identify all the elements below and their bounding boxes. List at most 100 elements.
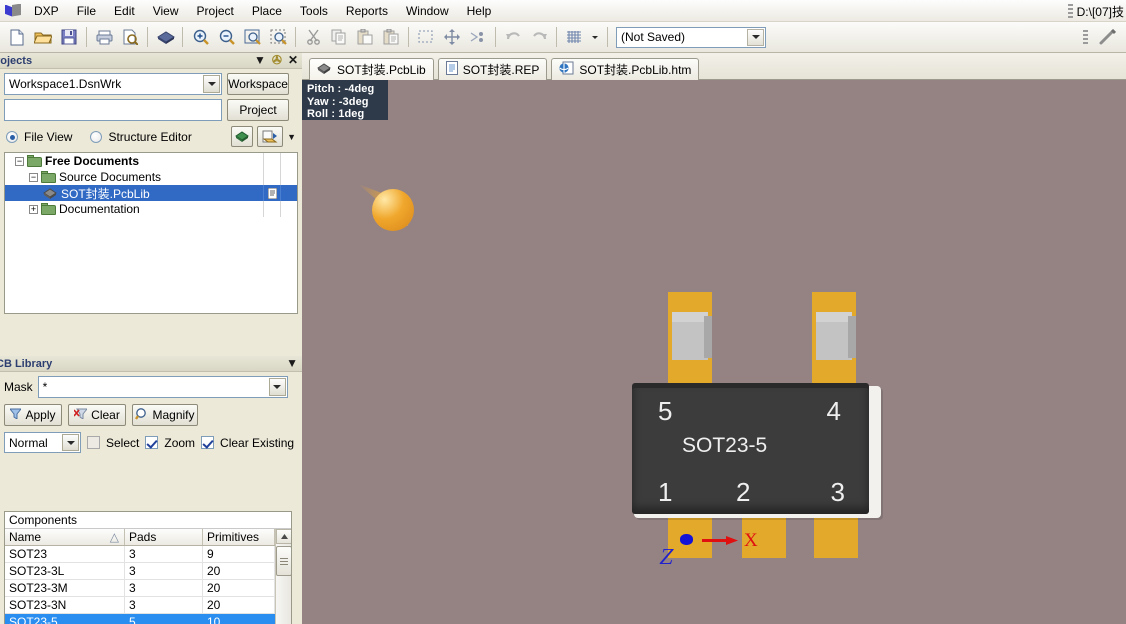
tree-node-free-documents[interactable]: − Free Documents xyxy=(5,153,297,169)
pin-icon[interactable]: ✇ xyxy=(272,54,282,66)
silkscreen-pin-2: 2 xyxy=(736,477,751,507)
mode-options-row: Normal Select Zoom Clear Existing xyxy=(4,432,296,453)
toolbar-grip-handle-right[interactable] xyxy=(1083,30,1088,44)
workspace-combo[interactable]: Workspace1.DsnWrk xyxy=(4,73,222,95)
menu-item-help[interactable]: Help xyxy=(458,1,501,21)
open-project-icon[interactable] xyxy=(257,126,284,147)
zoom-out-icon[interactable] xyxy=(214,25,238,49)
scroll-up-button[interactable] xyxy=(276,529,291,544)
mode-combo[interactable]: Normal xyxy=(4,432,81,453)
menu-label: Place xyxy=(251,3,282,18)
document-tab-strip: SOT封装.PcbLib SOT封装.REP SOT封装.PcbLib.htm xyxy=(302,53,1126,80)
table-row[interactable]: SOT23 3 9 xyxy=(5,546,291,563)
new-document-icon[interactable] xyxy=(5,25,29,49)
snapshot-dropdown-arrow[interactable] xyxy=(747,28,764,46)
zoom-area-icon[interactable] xyxy=(266,25,290,49)
menu-item-view[interactable]: View xyxy=(144,1,188,21)
table-row[interactable]: SOT23-3N 3 20 xyxy=(5,597,291,614)
toolbar-grip-handle[interactable] xyxy=(1067,4,1073,18)
tree-node-documentation[interactable]: + Documentation xyxy=(5,201,297,217)
zoom-document-icon[interactable] xyxy=(240,25,264,49)
redo-icon[interactable] xyxy=(527,25,551,49)
projects-panel-body: Workspace1.DsnWrk Workspace Project File… xyxy=(0,69,302,147)
tab-sot-pcblib[interactable]: SOT封装.PcbLib xyxy=(309,58,434,80)
column-header-name[interactable]: Name △ xyxy=(5,529,125,545)
menu-item-place[interactable]: Place xyxy=(243,1,291,21)
cell-name: SOT23-5 xyxy=(5,614,125,624)
print-icon[interactable] xyxy=(92,25,116,49)
chevron-down-icon[interactable]: ▼ xyxy=(286,357,298,369)
menu-label: Edit xyxy=(114,3,135,18)
menu-item-edit[interactable]: Edit xyxy=(105,1,144,21)
cell-primitives: 10 xyxy=(203,614,275,624)
component-3d-model[interactable]: 5 4 SOT23-5 1 2 3 Z X xyxy=(632,278,902,578)
pcb-library-panel-header: CB Library ▼ xyxy=(0,356,302,372)
clear-button[interactable]: Clear xyxy=(68,404,126,426)
open-document-icon[interactable] xyxy=(31,25,55,49)
tree-node-source-documents[interactable]: − Source Documents xyxy=(5,169,297,185)
grid-dropdown-arrow[interactable] xyxy=(588,25,602,49)
project-button[interactable]: Project xyxy=(227,99,289,121)
workspace-dropdown-arrow[interactable] xyxy=(203,75,220,93)
board-3d-icon[interactable] xyxy=(153,25,177,49)
project-input[interactable] xyxy=(4,99,222,121)
apply-button[interactable]: Apply xyxy=(4,404,62,426)
zoom-checkbox[interactable] xyxy=(145,436,159,449)
tree-expander[interactable]: − xyxy=(15,156,24,166)
package-body[interactable]: 5 4 SOT23-5 1 2 3 xyxy=(632,388,869,514)
undo-icon[interactable] xyxy=(501,25,525,49)
tree-expander[interactable]: + xyxy=(29,204,38,214)
column-header-primitives[interactable]: Primitives xyxy=(203,529,275,545)
mask-dropdown-arrow[interactable] xyxy=(268,378,286,396)
file-view-radio[interactable] xyxy=(6,130,18,143)
table-row[interactable]: SOT23-3M 3 20 xyxy=(5,580,291,597)
magnify-button[interactable]: Magnify xyxy=(132,404,198,426)
table-row-selected[interactable]: SOT23-5 5 10 xyxy=(5,614,291,624)
paste-special-icon[interactable] xyxy=(379,25,403,49)
cut-icon[interactable] xyxy=(301,25,325,49)
mode-dropdown-arrow[interactable] xyxy=(62,434,79,451)
print-preview-icon[interactable] xyxy=(118,25,142,49)
browse-icon[interactable] xyxy=(231,126,254,147)
close-icon[interactable]: ✕ xyxy=(288,54,298,66)
deselect-icon[interactable] xyxy=(466,25,490,49)
chevron-down-icon[interactable]: ▼ xyxy=(254,54,266,66)
projects-panel-header: rojects ▼ ✇ ✕ xyxy=(0,53,302,69)
clear-existing-checkbox[interactable] xyxy=(201,436,215,449)
save-icon[interactable] xyxy=(57,25,81,49)
tab-sot-rep[interactable]: SOT封装.REP xyxy=(437,58,548,80)
snapshot-combo[interactable]: (Not Saved) xyxy=(616,26,766,48)
components-scrollbar[interactable] xyxy=(275,529,291,624)
components-table[interactable]: Components Name △ Pads Primitives SOT23 … xyxy=(4,511,292,624)
zoom-in-icon[interactable] xyxy=(188,25,212,49)
menu-item-window[interactable]: Window xyxy=(397,1,458,21)
copy-icon[interactable] xyxy=(327,25,351,49)
menu-item-dxp[interactable]: DXP xyxy=(25,1,68,21)
tree-expander[interactable]: − xyxy=(29,172,38,182)
scrollbar-thumb[interactable] xyxy=(276,546,291,576)
tab-sot-pcblib-htm[interactable]: SOT封装.PcbLib.htm xyxy=(551,58,700,80)
structure-editor-radio[interactable] xyxy=(90,130,103,143)
line-draw-icon[interactable] xyxy=(1095,25,1119,49)
mask-input[interactable]: * xyxy=(37,376,288,398)
tree-node-sot-pcblib[interactable]: SOT封装.PcbLib xyxy=(5,185,297,201)
project-tree[interactable]: − Free Documents − Source Documents SOT封… xyxy=(4,152,298,314)
pcb3d-viewport[interactable]: Pitch : -4deg Yaw : -3deg Roll : 1deg 5 … xyxy=(302,80,1126,624)
paste-icon[interactable] xyxy=(353,25,377,49)
cell-pads: 3 xyxy=(125,580,203,596)
menu-item-project[interactable]: Project xyxy=(188,1,243,21)
column-header-pads[interactable]: Pads xyxy=(125,529,203,545)
open-project-dropdown-arrow[interactable]: ▼ xyxy=(287,131,296,143)
grid-icon[interactable] xyxy=(562,25,586,49)
select-area-icon[interactable] xyxy=(414,25,438,49)
mode-value: Normal xyxy=(9,435,48,450)
light-source-indicator[interactable] xyxy=(372,189,414,231)
move-icon[interactable] xyxy=(440,25,464,49)
menu-item-file[interactable]: File xyxy=(68,1,105,21)
workspace-button[interactable]: Workspace xyxy=(227,73,289,95)
column-label: Name xyxy=(9,530,42,544)
menu-item-tools[interactable]: Tools xyxy=(291,1,337,21)
select-checkbox[interactable] xyxy=(87,436,100,449)
table-row[interactable]: SOT23-3L 3 20 xyxy=(5,563,291,580)
menu-item-reports[interactable]: Reports xyxy=(337,1,397,21)
